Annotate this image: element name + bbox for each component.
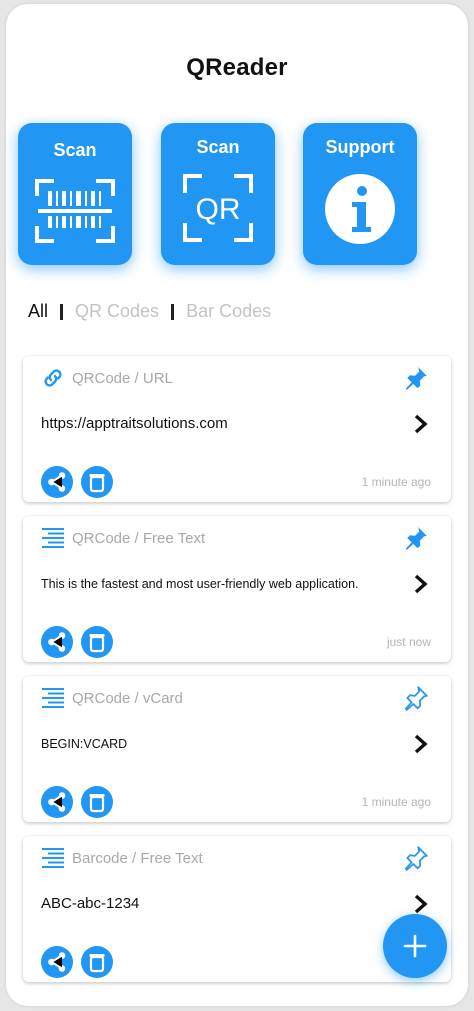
share-icon[interactable] [41, 626, 73, 658]
filter-all[interactable]: All [28, 301, 48, 322]
filter-divider [60, 303, 64, 320]
trash-icon[interactable] [81, 946, 113, 978]
card-content: This is the fastest and most user-friend… [41, 577, 359, 591]
pin-outline-icon[interactable] [403, 845, 429, 871]
text-lines-icon [42, 528, 64, 548]
text-lines-icon [42, 848, 64, 868]
card-type: QRCode / URL [72, 370, 173, 387]
scan-barcode-label: Scan [53, 140, 97, 160]
card-timestamp: 1 minute ago [361, 475, 431, 489]
card-type: QRCode / vCard [72, 690, 183, 707]
scan-qr-label: Scan [196, 137, 240, 157]
card-timestamp: 1 minute ago [361, 795, 431, 809]
text-lines-icon [42, 688, 64, 708]
filter-bar-codes[interactable]: Bar Codes [186, 301, 271, 322]
pin-filled-icon[interactable] [403, 365, 429, 391]
card-content: https://apptraitsolutions.com [41, 415, 228, 432]
card-type: Barcode / Free Text [72, 850, 203, 867]
plus-icon [403, 934, 427, 958]
app-screen: QReader Scan Scan QR Support All QR Code… [6, 4, 468, 1006]
chevron-right-icon[interactable] [413, 733, 429, 755]
pin-outline-icon[interactable] [403, 685, 429, 711]
trash-icon[interactable] [81, 626, 113, 658]
history-card[interactable]: QRCode / URL https://apptraitsolutions.c… [23, 356, 451, 502]
filter-tabs: All QR Codes Bar Codes [28, 301, 271, 322]
barcode-scan-icon [35, 179, 115, 243]
card-type: QRCode / Free Text [72, 530, 206, 547]
share-icon[interactable] [41, 786, 73, 818]
trash-icon[interactable] [81, 786, 113, 818]
pin-filled-icon[interactable] [403, 525, 429, 551]
add-fab-button[interactable] [383, 914, 447, 978]
history-card[interactable]: QRCode / vCard BEGIN:VCARD 1 minute ago [23, 676, 451, 822]
trash-icon[interactable] [81, 466, 113, 498]
chevron-right-icon[interactable] [413, 413, 429, 435]
app-title: QReader [186, 54, 288, 81]
share-icon[interactable] [41, 946, 73, 978]
filter-qr-codes[interactable]: QR Codes [75, 301, 159, 322]
support-button[interactable]: Support [303, 123, 417, 265]
filter-divider [171, 303, 175, 320]
qr-icon-text: QR [196, 193, 241, 226]
support-label: Support [325, 137, 395, 157]
card-content: ABC-abc-1234 [41, 895, 140, 912]
info-icon [325, 174, 395, 244]
history-card[interactable]: QRCode / Free Text This is the fastest a… [23, 516, 451, 662]
link-icon [44, 369, 62, 387]
share-icon[interactable] [41, 466, 73, 498]
chevron-right-icon[interactable] [413, 573, 429, 595]
qr-scan-icon: QR [183, 174, 253, 242]
scan-qr-button[interactable]: Scan QR [161, 123, 275, 265]
chevron-right-icon[interactable] [413, 893, 429, 915]
scan-barcode-button[interactable]: Scan [18, 123, 132, 265]
card-content: BEGIN:VCARD [41, 737, 128, 751]
card-timestamp: just now [386, 635, 431, 649]
